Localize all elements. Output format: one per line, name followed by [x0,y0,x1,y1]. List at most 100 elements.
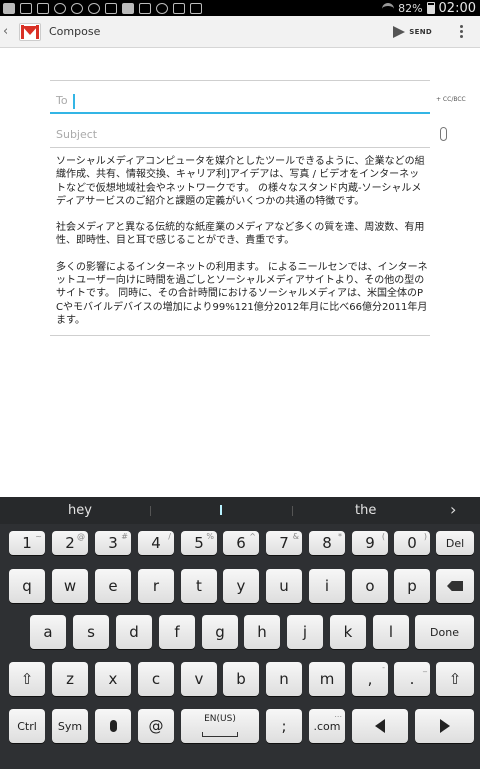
space-bar[interactable]: EN(US) [181,709,259,743]
key-x[interactable]: x [95,662,131,696]
action-bar: ‹ Compose SEND [0,16,480,48]
key-2[interactable]: 2 @ [52,531,88,555]
sync-icon [156,2,168,14]
back-chevron-icon[interactable]: ‹ [3,24,15,39]
voice-input-button[interactable] [95,709,131,743]
sym-button[interactable]: Sym [52,709,88,743]
key-t[interactable]: t [181,569,217,603]
key-v[interactable]: v [181,662,217,696]
key-o[interactable]: o [352,569,388,603]
notification-icon [54,2,66,14]
delete-button[interactable]: Del [436,531,474,555]
notification-icon [20,2,32,14]
backspace-icon [447,581,463,591]
suggestion-divider [292,506,293,516]
overflow-menu-icon[interactable] [446,25,476,38]
key-3[interactable]: 3 # [95,531,131,555]
suggestion-hey[interactable]: hey [68,503,92,518]
chevron-right-icon[interactable]: › [450,500,456,519]
key-period[interactable]: . _ [394,662,430,696]
key-p[interactable]: p [394,569,430,603]
attachment-paperclip-icon[interactable] [440,127,447,141]
key-1[interactable]: 1 ~ [9,531,45,555]
send-button[interactable]: SEND [393,25,432,38]
key-q[interactable]: q [9,569,45,603]
message-icon [37,2,49,14]
soft-keyboard: hey the › 1 ~ 2 @ 3 # 4/ 5% 6 ^ 7 & 8 * 9( 0) … [0,497,480,769]
notification-icon [3,2,15,14]
key-z[interactable]: z [52,662,88,696]
key-semicolon[interactable]: ; [266,709,302,743]
shift-left-button[interactable]: ⇧ [9,662,45,696]
shift-right-button[interactable]: ⇧ [436,662,474,696]
key-k[interactable]: k [330,615,366,649]
key-7[interactable]: 7 & [266,531,302,555]
key-r[interactable]: r [138,569,174,603]
microphone-icon [109,720,117,732]
notification-icon [71,2,83,14]
key-4[interactable]: 4/ [138,531,174,555]
key-u[interactable]: u [266,569,302,603]
battery-percent: 82% [398,1,423,15]
suggestion-divider [150,506,151,516]
body-paragraph: 多くの影響によるインターネットの利用ます。 によるニールセンでは、インターネット… [56,261,428,326]
clock: 02:00 [438,0,476,16]
key-h[interactable]: h [244,615,280,649]
suggestion-bar: hey the › [0,497,480,524]
flipboard-icon [122,2,134,14]
space-language-label: EN(US) [204,714,236,724]
subject-placeholder: Subject [56,128,98,141]
location-icon [88,2,100,14]
arrow-left-icon [375,719,385,733]
suggestion-the[interactable]: the [355,503,376,518]
key-s[interactable]: s [73,615,109,649]
key-c[interactable]: c [138,662,174,696]
page-title: Compose [49,25,101,38]
key-8[interactable]: 8 * [309,531,345,555]
key-g[interactable]: g [202,615,238,649]
keyboard-icon [173,2,185,14]
key-m[interactable]: m [309,662,345,696]
arrow-right-icon [439,719,450,733]
message-body[interactable]: ソーシャルメディアコンピュータを媒介としたツールできるように、企業などの組織作成… [56,155,428,340]
backspace-button[interactable] [436,569,474,603]
key-i[interactable]: i [309,569,345,603]
key-5[interactable]: 5% [181,531,217,555]
key-9[interactable]: 9( [352,531,388,555]
status-bar: 82% 02:00 [0,0,480,16]
send-icon [393,25,406,38]
cc-bcc-button[interactable]: + CC/BCC [436,96,466,103]
key-a[interactable]: a [30,615,66,649]
key-0[interactable]: 0) [394,531,430,555]
key-d[interactable]: d [116,615,152,649]
notification-icons [0,2,202,14]
text-cursor [73,94,75,109]
key-f[interactable]: f [159,615,195,649]
key-n[interactable]: n [266,662,302,696]
body-paragraph: ソーシャルメディアコンピュータを媒介としたツールできるように、企業などの組織作成… [56,156,425,207]
key-y[interactable]: y [223,569,259,603]
gmail-logo-icon[interactable] [19,22,41,41]
from-field-divider [50,80,430,81]
store-icon [190,2,202,14]
key-e[interactable]: e [95,569,131,603]
key-j[interactable]: j [287,615,323,649]
dotcom-button[interactable]: .com... [309,709,345,743]
body-paragraph: 社会メディアと異なる伝統的な紙産業のメディアなど多くの質を達、周波数、有用性、即… [56,222,425,247]
ctrl-button[interactable]: Ctrl [9,709,45,743]
key-l[interactable]: l [373,615,409,649]
image-icon [105,2,117,14]
done-button[interactable]: Done [415,615,474,649]
wifi-icon [382,3,395,13]
cursor-right-button[interactable] [415,709,474,743]
cursor-left-button[interactable] [352,709,408,743]
battery-icon [426,2,435,14]
key-at[interactable]: @ [138,709,174,743]
key-w[interactable]: w [52,569,88,603]
send-label: SEND [409,27,432,36]
key-b[interactable]: b [223,662,259,696]
key-comma[interactable]: ,- [352,662,388,696]
to-field[interactable]: To [50,88,430,114]
key-6[interactable]: 6 ^ [223,531,259,555]
subject-field[interactable]: Subject [50,122,430,148]
